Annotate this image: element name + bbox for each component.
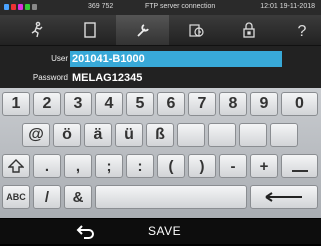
- underscore-glyph: [291, 170, 308, 172]
- key-1[interactable]: 1: [2, 92, 30, 116]
- space-key[interactable]: [95, 185, 247, 209]
- clock: 12:01 19-11-2018: [260, 3, 315, 10]
- clock-docs-icon: [188, 24, 204, 37]
- tab-lock[interactable]: [222, 15, 275, 45]
- footer-bar: SAVE: [0, 219, 321, 244]
- key-u-umlaut[interactable]: ü: [115, 123, 143, 147]
- user-label: User: [51, 54, 68, 63]
- password-label: Password: [32, 73, 68, 82]
- tab-document[interactable]: [63, 15, 116, 45]
- key-plus[interactable]: +: [250, 154, 278, 178]
- key-ampersand[interactable]: &: [64, 185, 92, 209]
- tab-logs[interactable]: [169, 15, 222, 45]
- key-semicolon[interactable]: ;: [95, 154, 123, 178]
- backspace-arrow-icon: [265, 192, 302, 202]
- key-blank[interactable]: [208, 123, 236, 147]
- key-close-paren[interactable]: ): [188, 154, 216, 178]
- on-screen-keyboard: 1 2 3 4 5 6 7 8 9 0 @ ö ä ü ß . , ; : ( …: [0, 88, 321, 218]
- key-blank[interactable]: [239, 123, 267, 147]
- status-bar: 369 752 FTP server connection 12:01 19-1…: [0, 0, 321, 15]
- key-4[interactable]: 4: [95, 92, 123, 116]
- cycle-counter: 369 752: [88, 3, 114, 10]
- password-field[interactable]: MELAG12345: [70, 70, 282, 86]
- status-led: [4, 4, 9, 10]
- tab-settings[interactable]: [116, 15, 169, 45]
- user-row: User 201041-B1000: [0, 50, 321, 68]
- document-icon: [83, 22, 96, 38]
- key-5[interactable]: 5: [126, 92, 154, 116]
- key-eszett[interactable]: ß: [146, 123, 174, 147]
- key-a-umlaut[interactable]: ä: [84, 123, 112, 147]
- wrench-icon: [136, 24, 149, 37]
- screen-title: FTP server connection: [145, 3, 216, 10]
- key-underscore[interactable]: [281, 154, 318, 178]
- tab-help[interactable]: ?: [275, 15, 321, 45]
- key-6[interactable]: 6: [157, 92, 185, 116]
- status-led: [11, 4, 16, 10]
- program-icon: [31, 21, 42, 38]
- credentials-panel: User 201041-B1000 Password MELAG12345: [0, 46, 321, 88]
- help-icon: ?: [297, 23, 306, 39]
- key-period[interactable]: .: [33, 154, 61, 178]
- key-o-umlaut[interactable]: ö: [53, 123, 81, 147]
- save-button[interactable]: SAVE: [148, 224, 181, 238]
- key-blank[interactable]: [177, 123, 205, 147]
- key-3[interactable]: 3: [64, 92, 92, 116]
- shift-key[interactable]: [2, 154, 30, 178]
- key-slash[interactable]: /: [33, 185, 61, 209]
- back-button[interactable]: [75, 223, 97, 241]
- key-0[interactable]: 0: [281, 92, 318, 116]
- key-colon[interactable]: :: [126, 154, 154, 178]
- password-row: Password MELAG12345: [0, 69, 321, 87]
- key-open-paren[interactable]: (: [157, 154, 185, 178]
- key-minus[interactable]: -: [219, 154, 247, 178]
- key-7[interactable]: 7: [188, 92, 216, 116]
- lock-icon: [242, 22, 255, 38]
- key-comma[interactable]: ,: [64, 154, 92, 178]
- key-at[interactable]: @: [22, 123, 50, 147]
- abc-key[interactable]: ABC: [2, 185, 30, 209]
- status-led: [32, 4, 37, 10]
- key-8[interactable]: 8: [219, 92, 247, 116]
- svg-text:?: ?: [297, 23, 306, 39]
- user-field[interactable]: 201041-B1000: [70, 51, 282, 67]
- status-led: [18, 4, 23, 10]
- shift-icon: [8, 159, 24, 173]
- return-arrow-icon: [76, 225, 94, 239]
- key-9[interactable]: 9: [250, 92, 278, 116]
- status-led: [25, 4, 30, 10]
- status-indicators: [4, 4, 37, 11]
- key-2[interactable]: 2: [33, 92, 61, 116]
- key-blank[interactable]: [270, 123, 298, 147]
- tab-program[interactable]: [10, 15, 63, 45]
- backspace-key[interactable]: [250, 185, 318, 209]
- tab-bar: ?: [0, 15, 321, 46]
